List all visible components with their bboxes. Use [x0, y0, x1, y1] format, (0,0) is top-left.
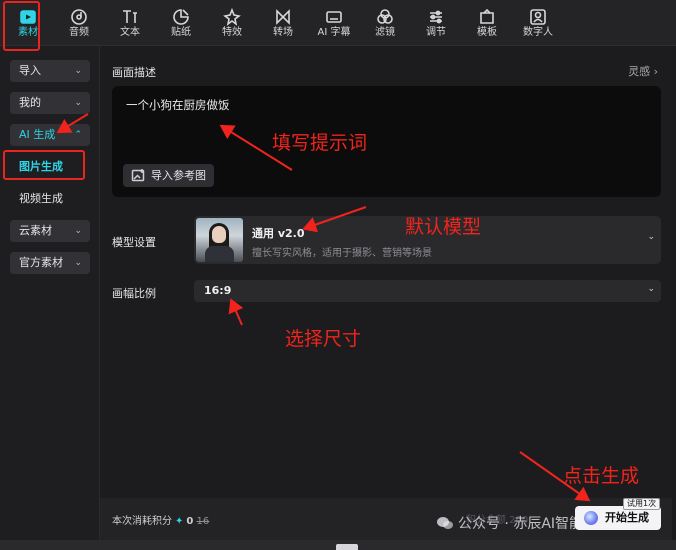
chevron-down-icon: ⌄: [647, 232, 655, 242]
tab-sticker[interactable]: 贴纸: [156, 2, 206, 44]
thumbnail-body: [205, 246, 234, 262]
template-icon: [462, 2, 512, 26]
sidebar-item-cloud-label: 云素材: [19, 224, 52, 237]
cost-original: 16: [196, 516, 210, 527]
highlight-box-media-tab: [3, 1, 40, 51]
tab-template-label: 模板: [477, 27, 497, 38]
image-add-icon: [131, 169, 145, 182]
aspect-ratio-select[interactable]: 16:9 ⌄: [194, 280, 661, 302]
start-generate-label: 开始生成: [605, 511, 649, 524]
music-disc-icon: [54, 2, 104, 26]
top-toolbar: 素材 音频 文本 贴纸 特效 转场 AI 字幕 滤镜 调节 模板 数字人: [0, 0, 676, 46]
chevron-down-icon: ⌄: [74, 226, 82, 236]
trial-badge: 试用1次: [623, 498, 661, 510]
tab-ai-caption-label: AI 字幕: [317, 27, 351, 38]
sidebar-item-ai-generate[interactable]: AI 生成 ⌃: [10, 124, 90, 146]
tab-filter[interactable]: 滤镜: [360, 2, 410, 44]
tab-sticker-label: 贴纸: [171, 27, 191, 38]
highlight-box-image-generate: [3, 150, 85, 180]
tab-adjust-label: 调节: [426, 27, 446, 38]
sidebar-item-video-generate[interactable]: 视频生成: [10, 188, 90, 210]
sparkle-icon: ✦: [175, 516, 184, 527]
tab-digital-human[interactable]: 数字人: [513, 2, 563, 44]
tab-adjust[interactable]: 调节: [411, 2, 461, 44]
chevron-down-icon: ⌄: [74, 258, 82, 268]
filter-circles-icon: [360, 2, 410, 26]
tab-ai-caption[interactable]: AI 字幕: [309, 2, 359, 44]
tab-effects[interactable]: 特效: [207, 2, 257, 44]
tab-digital-human-label: 数字人: [523, 27, 553, 38]
sidebar-item-import-label: 导入: [19, 64, 41, 77]
model-name: 通用 v2.0: [252, 227, 305, 240]
annotation-fill-prompt: 填写提示词: [272, 132, 368, 154]
thumbnail-face: [212, 226, 226, 243]
ai-orb-icon: [584, 511, 598, 525]
aspect-ratio-value: 16:9: [204, 284, 232, 297]
tab-audio-label: 音频: [69, 27, 89, 38]
transition-bowtie-icon: [258, 2, 308, 26]
import-reference-button[interactable]: 导入参考图: [123, 164, 214, 187]
inspiration-link[interactable]: 灵感 ›: [628, 63, 658, 79]
app-window: 素材 音频 文本 贴纸 特效 转场 AI 字幕 滤镜 调节 模板 数字人 导入 …: [0, 0, 676, 550]
annotation-click-generate: 点击生成: [563, 465, 640, 487]
bottom-marker: [336, 544, 358, 550]
tab-audio[interactable]: 音频: [54, 2, 104, 44]
sidebar-item-mine-label: 我的: [19, 96, 41, 109]
cost-info: 本次消耗积分 ✦ 0 16: [112, 512, 209, 527]
caption-icon: [309, 2, 359, 26]
model-settings-label: 模型设置: [112, 236, 156, 249]
inspiration-label: 灵感: [628, 65, 651, 78]
tab-transition-label: 转场: [273, 27, 293, 38]
left-sidebar: 导入 ⌄ 我的 ⌄ AI 生成 ⌃ 图片生成 视频生成 云素材 ⌄ 官方素材 ⌄: [0, 46, 100, 540]
footer-bar: 本次消耗积分 ✦ 0 16 积分余额 200 公众号 · 赤辰AI智能 开始生成 试…: [100, 498, 672, 540]
tab-text-label: 文本: [120, 27, 140, 38]
prompt-textarea[interactable]: 一个小狗在厨房做饭 导入参考图: [112, 86, 661, 197]
sticker-icon: [156, 2, 206, 26]
model-thumbnail: [196, 218, 243, 262]
chevron-down-icon: ⌄: [647, 284, 655, 294]
sidebar-item-import[interactable]: 导入 ⌄: [10, 60, 90, 82]
tab-text[interactable]: 文本: [105, 2, 155, 44]
tab-filter-label: 滤镜: [375, 27, 395, 38]
sidebar-item-official-label: 官方素材: [19, 256, 63, 269]
wechat-icon: [437, 517, 453, 529]
digital-human-icon: [513, 2, 563, 26]
prompt-text: 一个小狗在厨房做饭: [126, 98, 230, 112]
section-title: 画面描述: [112, 66, 156, 79]
chevron-right-icon: ›: [653, 65, 658, 78]
aspect-ratio-label: 画幅比例: [112, 287, 156, 300]
sparkle-star-icon: [207, 2, 257, 26]
model-description: 擅长写实风格，适用于摄影、营销等场景: [252, 248, 432, 259]
sidebar-item-official[interactable]: 官方素材 ⌄: [10, 252, 90, 274]
import-reference-label: 导入参考图: [151, 169, 206, 182]
sidebar-item-ai-generate-label: AI 生成: [19, 128, 56, 141]
sidebar-item-mine[interactable]: 我的 ⌄: [10, 92, 90, 114]
watermark-text: 公众号 · 赤辰AI智能: [458, 516, 584, 532]
tab-transition[interactable]: 转场: [258, 2, 308, 44]
sidebar-item-cloud[interactable]: 云素材 ⌄: [10, 220, 90, 242]
tab-template[interactable]: 模板: [462, 2, 512, 44]
chevron-down-icon: ⌄: [74, 66, 82, 76]
sliders-icon: [411, 2, 461, 26]
cost-value: 0: [186, 516, 194, 527]
cost-label: 本次消耗积分: [112, 516, 172, 527]
tab-effects-label: 特效: [222, 27, 242, 38]
wechat-watermark: 公众号 · 赤辰AI智能: [436, 513, 583, 533]
annotation-choose-size: 选择尺寸: [285, 328, 362, 350]
annotation-default-model: 默认模型: [405, 216, 482, 238]
text-icon: [105, 2, 155, 26]
chevron-up-icon: ⌃: [74, 130, 82, 140]
chevron-down-icon: ⌄: [74, 98, 82, 108]
